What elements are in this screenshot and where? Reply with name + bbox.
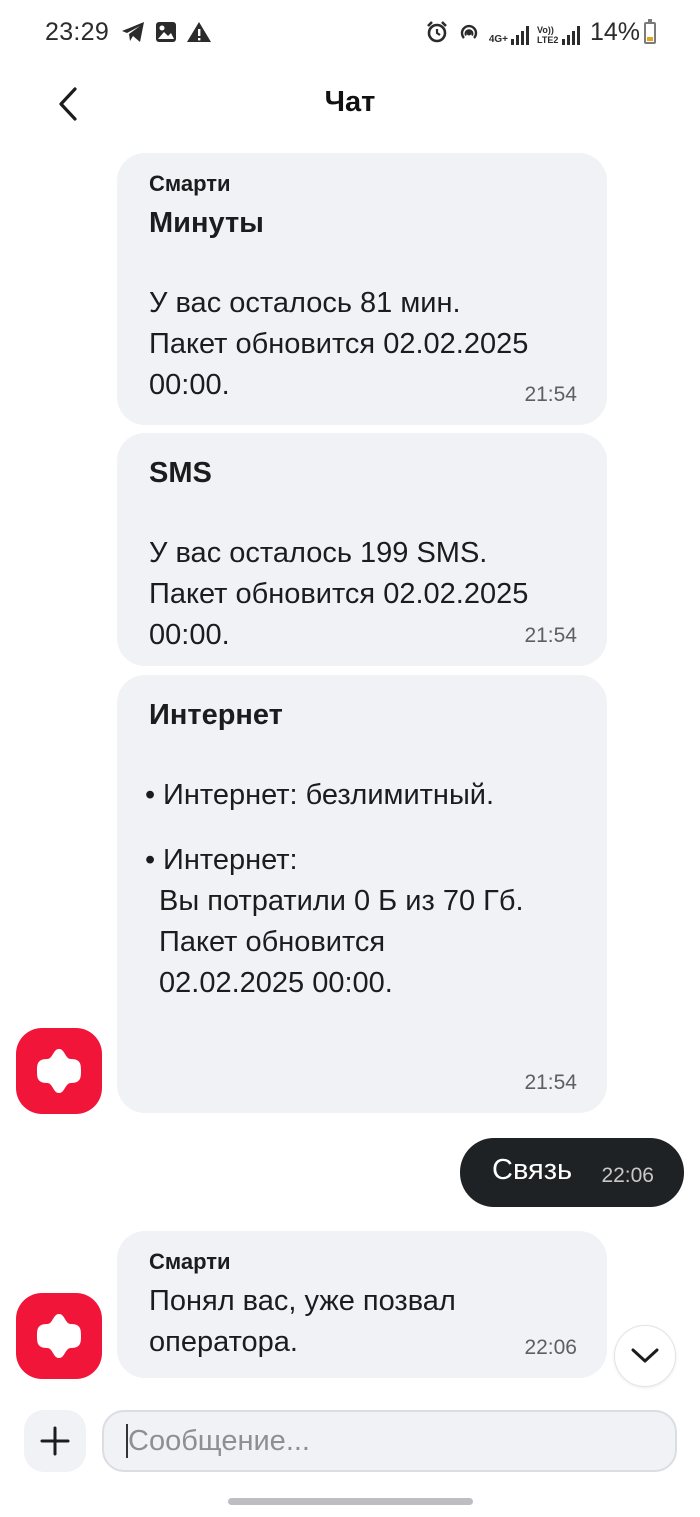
bot-avatar [16, 1028, 102, 1114]
incoming-message: Смарти Понял вас, уже позвал оператора. … [117, 1231, 607, 1378]
chat-header: Чат [0, 66, 700, 142]
message-time: 21:54 [524, 1071, 577, 1094]
status-bar: 23:29 4G+ Vo)) LTE2 14% [0, 0, 700, 66]
hotspot-icon [457, 20, 481, 49]
message-sender: Смарти [149, 171, 231, 196]
scroll-to-bottom-button[interactable] [614, 1325, 676, 1387]
message-time: 21:54 [524, 383, 577, 406]
incoming-message: Интернет • Интернет: безлимитный. • Инте… [117, 675, 607, 1113]
text-cursor [126, 1424, 128, 1458]
message-input[interactable] [102, 1410, 677, 1472]
bot-logo-icon [37, 1049, 81, 1093]
bullet-icon: • [145, 779, 156, 811]
plus-icon [40, 1426, 70, 1456]
warning-icon [186, 20, 212, 49]
attach-button[interactable] [24, 1410, 86, 1472]
status-time: 23:29 [45, 18, 110, 46]
bot-logo-icon [37, 1314, 81, 1358]
status-left-icons [120, 20, 212, 49]
page-title: Чат [324, 86, 376, 118]
incoming-message: Смарти Минуты У вас осталось 81 мин. Пак… [117, 153, 607, 425]
list-item-detail: Вы потратили 0 Б из 70 Гб. Пакет обновит… [159, 885, 524, 999]
list-item-text: Интернет: [163, 844, 298, 876]
incoming-message: SMS У вас осталось 199 SMS. Пакет обнови… [117, 433, 607, 666]
volte-signal-icon: Vo)) LTE2 [537, 25, 580, 45]
gallery-icon [154, 20, 178, 49]
message-title: SMS [149, 457, 212, 489]
list-item-text: Интернет: безлимитный. [163, 779, 495, 811]
message-text: Связь [492, 1154, 573, 1186]
message-sender: Смарти [149, 1249, 231, 1274]
message-time: 21:54 [524, 624, 577, 647]
message-time: 22:06 [524, 1336, 577, 1359]
4g-signal-icon: 4G+ [489, 25, 529, 45]
network-label: 4G+ [488, 33, 508, 45]
message-composer [0, 1400, 700, 1490]
bullet-icon: • [145, 844, 156, 876]
list-item: • Интернет: [145, 840, 577, 881]
outgoing-message: Связь 22:06 [460, 1138, 684, 1207]
bot-avatar [16, 1293, 102, 1379]
message-text: У вас осталось 199 SMS. Пакет обновится … [149, 537, 529, 651]
battery-icon [644, 19, 656, 44]
list-item: • Интернет: безлимитный. [145, 775, 577, 816]
alarm-icon [425, 20, 449, 49]
battery-percent: 14% [589, 18, 640, 46]
message-time: 22:06 [601, 1164, 654, 1187]
chevron-down-icon [631, 1348, 659, 1363]
telegram-icon [120, 20, 146, 49]
message-text: У вас осталось 81 мин. Пакет обновится 0… [149, 287, 529, 401]
home-indicator[interactable] [228, 1498, 473, 1505]
network-label: Vo)) LTE2 [537, 24, 559, 45]
status-right-icons: 4G+ Vo)) LTE2 [425, 20, 580, 49]
message-title: Минуты [149, 207, 264, 239]
message-text: Понял вас, уже позвал оператора. [149, 1285, 456, 1358]
message-title: Интернет [149, 699, 283, 731]
